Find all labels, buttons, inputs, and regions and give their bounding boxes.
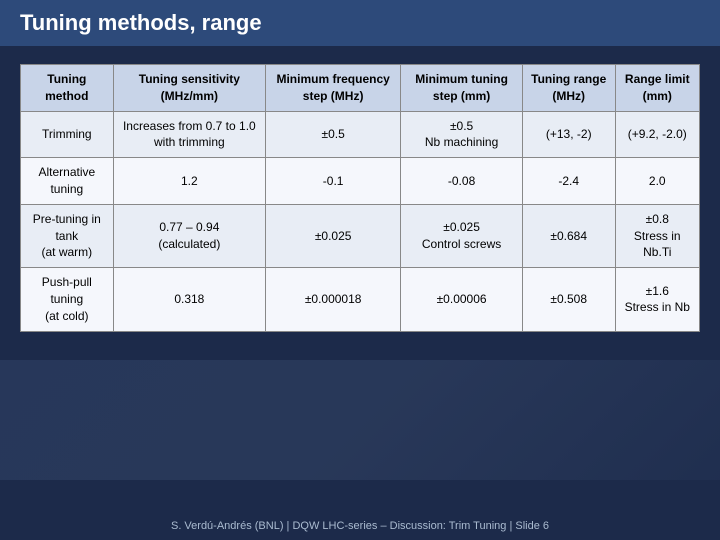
cell-2-2: ±0.025 (266, 204, 401, 267)
cell-3-4: ±0.508 (522, 268, 615, 331)
content-area: Tuning method Tuning sensitivity (MHz/mm… (0, 46, 720, 512)
col-header-range-limit: Range limit (mm) (615, 65, 699, 112)
cell-2-0: Pre-tuning in tank(at warm) (21, 204, 114, 267)
cell-3-0: Push-pull tuning(at cold) (21, 268, 114, 331)
slide-title: Tuning methods, range (20, 10, 262, 36)
cell-1-2: -0.1 (266, 158, 401, 205)
table-row: Alternative tuning1.2-0.1-0.08-2.42.0 (21, 158, 700, 205)
table-row: Pre-tuning in tank(at warm)0.77 – 0.94(c… (21, 204, 700, 267)
footer: S. Verdú-Andrés (BNL) | DQW LHC-series –… (0, 512, 720, 540)
col-header-method: Tuning method (21, 65, 114, 112)
cell-2-1: 0.77 – 0.94(calculated) (113, 204, 265, 267)
footer-text: S. Verdú-Andrés (BNL) | DQW LHC-series –… (171, 520, 549, 532)
cell-3-5: ±1.6Stress in Nb (615, 268, 699, 331)
cell-0-4: (+13, -2) (522, 111, 615, 158)
cell-0-1: Increases from 0.7 to 1.0 with trimming (113, 111, 265, 158)
slide: Tuning methods, range Tuning method Tuni… (0, 0, 720, 540)
table-container: Tuning method Tuning sensitivity (MHz/mm… (20, 64, 700, 332)
cell-3-2: ±0.000018 (266, 268, 401, 331)
col-header-freq-step: Minimum frequency step (MHz) (266, 65, 401, 112)
table-row: TrimmingIncreases from 0.7 to 1.0 with t… (21, 111, 700, 158)
cell-1-3: -0.08 (401, 158, 523, 205)
col-header-tuning-range: Tuning range (MHz) (522, 65, 615, 112)
cell-0-0: Trimming (21, 111, 114, 158)
cell-1-5: 2.0 (615, 158, 699, 205)
cell-1-0: Alternative tuning (21, 158, 114, 205)
col-header-sensitivity: Tuning sensitivity (MHz/mm) (113, 65, 265, 112)
cell-0-5: (+9.2, -2.0) (615, 111, 699, 158)
cell-0-3: ±0.5Nb machining (401, 111, 523, 158)
cell-1-4: -2.4 (522, 158, 615, 205)
cell-0-2: ±0.5 (266, 111, 401, 158)
data-table: Tuning method Tuning sensitivity (MHz/mm… (20, 64, 700, 332)
cell-2-4: ±0.684 (522, 204, 615, 267)
cell-2-3: ±0.025Control screws (401, 204, 523, 267)
table-header-row: Tuning method Tuning sensitivity (MHz/mm… (21, 65, 700, 112)
title-bar: Tuning methods, range (0, 0, 720, 46)
cell-2-5: ±0.8Stress in Nb.Ti (615, 204, 699, 267)
cell-3-3: ±0.00006 (401, 268, 523, 331)
cell-3-1: 0.318 (113, 268, 265, 331)
cell-1-1: 1.2 (113, 158, 265, 205)
col-header-tuning-step: Minimum tuning step (mm) (401, 65, 523, 112)
table-row: Push-pull tuning(at cold)0.318±0.000018±… (21, 268, 700, 331)
